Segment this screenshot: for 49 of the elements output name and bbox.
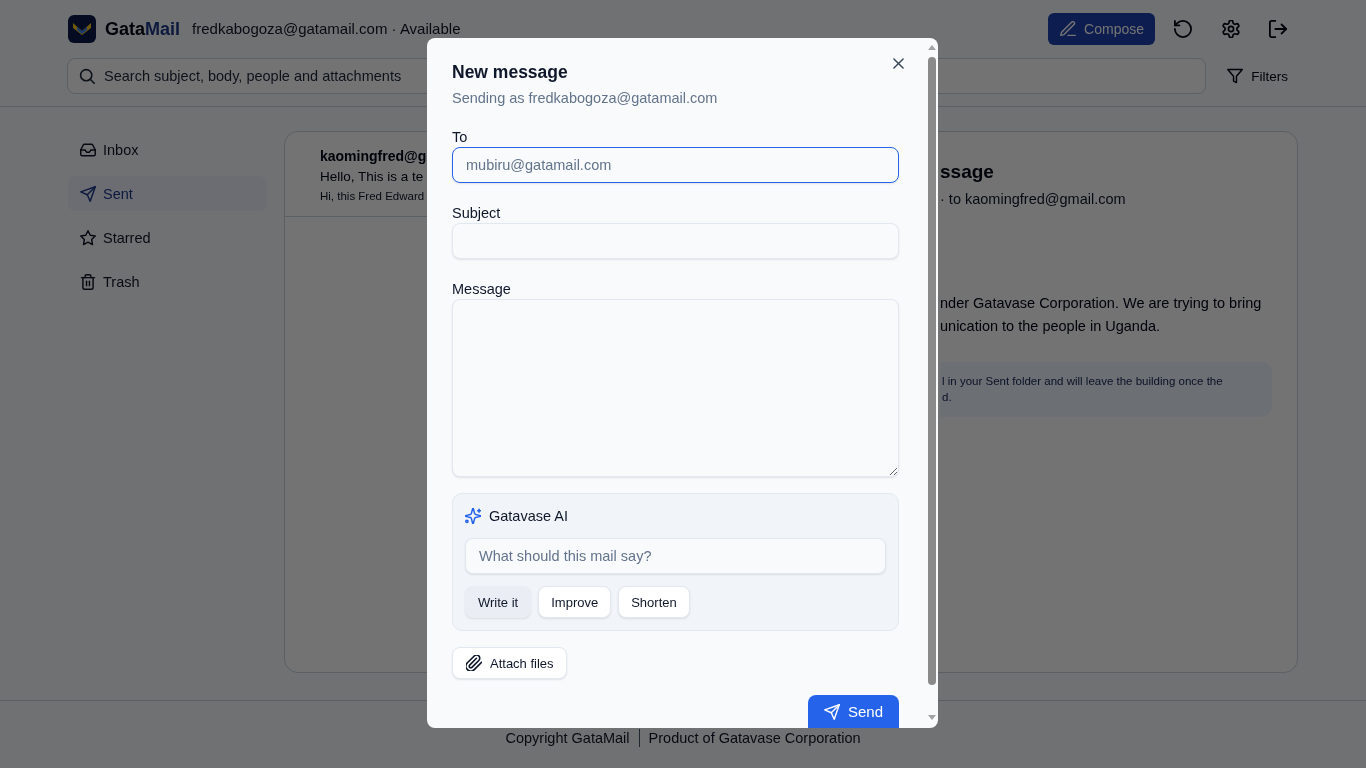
ai-action-button[interactable]: Shorten	[618, 586, 690, 618]
scrollbar-thumb[interactable]	[928, 57, 936, 685]
field-label: Subject	[452, 204, 502, 222]
dialog-subtitle: Sending as fredkabogoza@gatamail.com	[452, 89, 719, 107]
sparkle-icon	[465, 508, 481, 524]
message-sender: kaomingfred@g	[320, 147, 427, 166]
search-icon	[79, 68, 95, 84]
footer-text: Copyright GataMail	[505, 729, 630, 747]
sidebar-item[interactable]: Sent	[68, 176, 267, 211]
refresh-icon[interactable]	[1174, 20, 1192, 38]
message-title: ssage	[940, 160, 995, 184]
ai-action-button[interactable]: Improve	[538, 586, 612, 618]
message-preview: Hi, this Fred Edward	[320, 189, 425, 204]
ai-prompt-field[interactable]: What should this mail say?	[465, 538, 886, 574]
field-label: Message	[452, 280, 512, 298]
paper-plane-icon	[80, 185, 96, 202]
inbox-tray-icon	[80, 141, 96, 158]
settings-icon[interactable]	[1222, 20, 1240, 38]
message-body: nder Gatavase Corporation. We are trying to bring unication to the people in Uganda.	[940, 294, 1262, 336]
close-icon[interactable]	[893, 58, 904, 69]
logout-icon[interactable]	[1269, 20, 1287, 38]
paperclip-icon	[466, 655, 482, 671]
scroll-down-arrow-icon[interactable]	[928, 715, 936, 720]
funnel-icon	[1227, 68, 1244, 84]
ai-title: Gatavase AI	[489, 507, 568, 526]
paper-plane-icon	[823, 703, 840, 720]
field-label: To	[452, 128, 469, 146]
compose-button[interactable]: Compose	[1048, 13, 1155, 45]
brand-name: GataMail	[105, 18, 181, 40]
trash-icon	[80, 273, 96, 290]
filters-button[interactable]: Filters	[1221, 68, 1294, 84]
sidebar-item[interactable]: Starred	[68, 220, 267, 255]
message-meta: · to kaomingfred@gmail.com	[940, 190, 1126, 209]
account-status: fredkabogoza@gatamail.com · Available	[192, 21, 461, 37]
logo-icon	[68, 15, 96, 43]
notice-text: l in your Sent folder and will leave the building once the d.	[942, 374, 1223, 405]
attach-button[interactable]: Attach files	[452, 647, 567, 679]
send-button[interactable]: Send	[807, 695, 899, 728]
sidebar-item[interactable]: Inbox	[68, 132, 267, 167]
pencil-icon	[1060, 21, 1077, 37]
scroll-up-arrow-icon[interactable]	[928, 45, 936, 50]
sidebar-item[interactable]: Trash	[68, 264, 267, 299]
ai-action-button[interactable]: Write it	[465, 586, 532, 618]
message-field[interactable]	[452, 299, 899, 477]
star-icon	[80, 229, 96, 246]
input-field[interactable]: mubiru@gatamail.com	[452, 147, 899, 183]
footer-text: Product of Gatavase Corporation	[638, 729, 861, 747]
message-subject: Hello, This is a te	[320, 168, 424, 186]
dialog-title: New message	[452, 61, 568, 83]
